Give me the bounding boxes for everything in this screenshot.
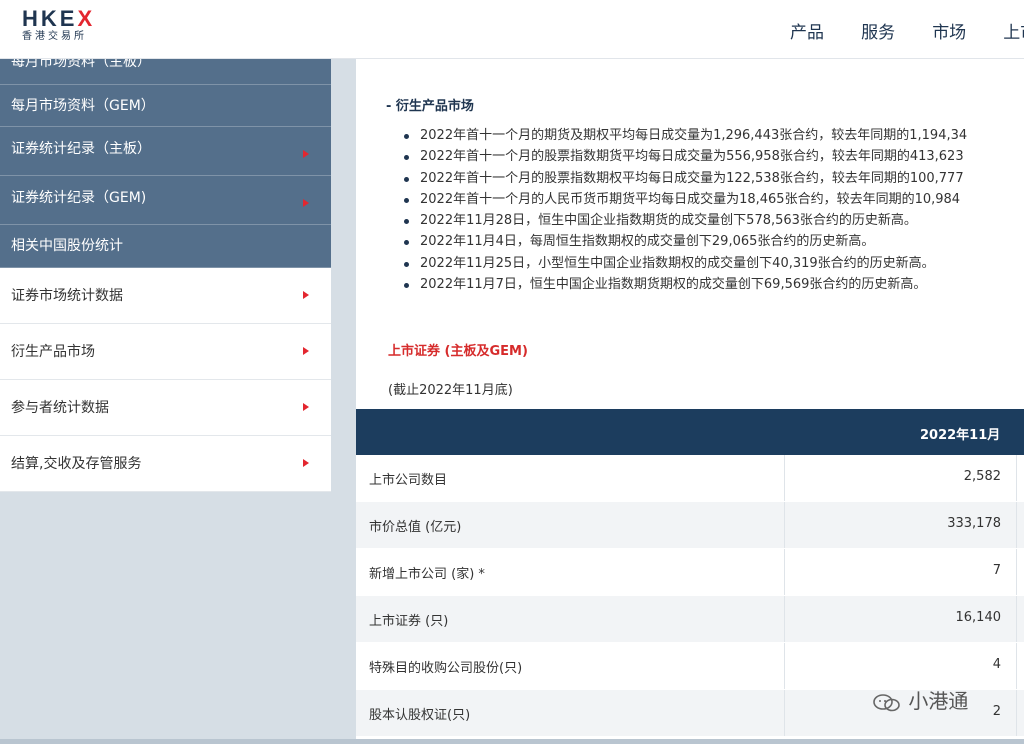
column-divider	[784, 549, 785, 595]
sidebar-item-label: 证券统计纪录（主板）	[11, 141, 151, 157]
row-value: 7	[992, 563, 1001, 578]
watermark-text: 小港通	[908, 689, 969, 713]
listed-securities-title: 上市证券 (主板及GEM)	[388, 344, 528, 359]
sidebar-item-label: 衍生产品市场	[11, 344, 95, 360]
sidebar-item-label: 结算,交收及存管服务	[11, 456, 142, 472]
column-divider	[784, 596, 785, 642]
site-header: HKEX 香港交易所 产品 服务 市场 上市	[0, 0, 1024, 59]
column-divider	[1016, 455, 1017, 501]
column-header-month: 2022年11月	[920, 428, 1001, 443]
column-divider	[1016, 690, 1017, 736]
derivatives-bullet-list: 2022年首十一个月的期货及期权平均每日成交量为1,296,443张合约，较去年…	[404, 125, 1024, 295]
chevron-right-icon	[303, 291, 309, 299]
section-title: - 衍生产品市场	[386, 99, 474, 114]
table-row: 新增上市公司 (家) * 7	[356, 549, 1024, 596]
sidebar-item-label: 每月市场资料（主板）	[11, 58, 151, 70]
row-value: 2	[992, 704, 1001, 719]
column-divider	[784, 455, 785, 501]
sidebar-item-clearing[interactable]: 结算,交收及存管服务	[0, 436, 331, 492]
list-item: 2022年首十一个月的股票指数期权平均每日成交量为122,538张合约，较去年同…	[404, 168, 1024, 189]
row-value: 4	[992, 657, 1001, 672]
sidebar-item-label: 参与者统计数据	[11, 400, 109, 416]
table-header: 2022年11月	[356, 409, 1024, 455]
chevron-right-icon	[303, 459, 309, 467]
table-row: 上市公司数目 2,582	[356, 455, 1024, 502]
row-label: 特殊目的收购公司股份(只)	[369, 661, 523, 676]
column-divider	[784, 502, 785, 548]
sidebar: 每月市场资料（主板） 每月市场资料（GEM） 证券统计纪录（主板） 证券统计纪录…	[0, 58, 331, 492]
sidebar-item-stats-gem[interactable]: 证券统计纪录（GEM)	[0, 176, 331, 225]
list-item: 2022年11月4日，每周恒生指数期权的成交量创下29,065张合约的历史新高。	[404, 231, 1024, 252]
sidebar-item-monthly-gem[interactable]: 每月市场资料（GEM）	[0, 85, 331, 127]
row-label: 新增上市公司 (家) *	[369, 567, 485, 582]
row-value: 16,140	[955, 610, 1002, 625]
row-label: 市价总值 (亿元)	[369, 520, 462, 535]
sidebar-item-label: 相关中国股份统计	[11, 238, 123, 254]
table-row: 市价总值 (亿元) 333,178	[356, 502, 1024, 549]
sidebar-item-derivatives[interactable]: 衍生产品市场	[0, 324, 331, 380]
bottom-border	[0, 739, 1024, 744]
sidebar-item-participants[interactable]: 参与者统计数据	[0, 380, 331, 436]
sidebar-item-monthly-main[interactable]: 每月市场资料（主板）	[0, 58, 331, 85]
chevron-right-icon	[303, 150, 309, 158]
row-value: 333,178	[947, 516, 1001, 531]
sidebar-item-china-stocks[interactable]: 相关中国股份统计	[0, 225, 331, 268]
list-item: 2022年首十一个月的人民币货币期货平均每日成交量为18,465张合约，较去年同…	[404, 189, 1024, 210]
nav-market[interactable]: 市场	[932, 23, 966, 43]
nav-products[interactable]: 产品	[790, 23, 824, 43]
chevron-right-icon	[303, 403, 309, 411]
row-label: 上市公司数目	[369, 473, 448, 488]
hkex-logo[interactable]: HKEX 香港交易所	[22, 7, 95, 43]
list-item: 2022年首十一个月的期货及期权平均每日成交量为1,296,443张合约，较去年…	[404, 125, 1024, 146]
nav-services[interactable]: 服务	[861, 23, 895, 43]
main-content: - 衍生产品市场 2022年首十一个月的期货及期权平均每日成交量为1,296,4…	[356, 58, 1024, 744]
table-row: 上市证券 (只) 16,140	[356, 596, 1024, 643]
row-label: 上市证券 (只)	[369, 614, 449, 629]
column-divider	[784, 690, 785, 736]
logo-text: HKEX	[22, 6, 96, 31]
column-divider	[1016, 502, 1017, 548]
list-item: 2022年11月7日，恒生中国企业指数期货期权的成交量创下69,569张合约的历…	[404, 274, 1024, 295]
nav-listing[interactable]: 上市	[1003, 23, 1024, 43]
row-label: 股本认股权证(只)	[369, 708, 471, 723]
column-divider	[1016, 596, 1017, 642]
wechat-watermark: 小港通	[872, 685, 968, 714]
logo-subtitle: 香港交易所	[22, 31, 87, 42]
list-item: 2022年首十一个月的股票指数期货平均每日成交量为556,958张合约，较去年同…	[404, 146, 1024, 167]
chevron-right-icon	[303, 199, 309, 207]
list-item: 2022年11月28日，恒生中国企业指数期货的成交量创下578,563张合约的历…	[404, 210, 1024, 231]
sidebar-item-label: 每月市场资料（GEM）	[11, 98, 155, 114]
sidebar-item-label: 证券市场统计数据	[11, 288, 123, 304]
column-divider	[784, 643, 785, 689]
chevron-right-icon	[303, 347, 309, 355]
column-divider	[1016, 643, 1017, 689]
sidebar-item-stats-main[interactable]: 证券统计纪录（主板）	[0, 127, 331, 176]
as-of-date: (截止2022年11月底)	[388, 383, 513, 398]
table-row: 特殊目的收购公司股份(只) 4	[356, 643, 1024, 690]
column-divider	[1016, 549, 1017, 595]
row-value: 2,582	[963, 469, 1001, 484]
list-item: 2022年11月25日，小型恒生中国企业指数期权的成交量创下40,319张合约的…	[404, 253, 1024, 274]
wechat-icon	[873, 693, 900, 711]
top-nav: 产品 服务 市场 上市	[790, 18, 1024, 43]
sidebar-item-securities-stats[interactable]: 证券市场统计数据	[0, 268, 331, 324]
sidebar-item-label: 证券统计纪录（GEM)	[11, 190, 147, 206]
